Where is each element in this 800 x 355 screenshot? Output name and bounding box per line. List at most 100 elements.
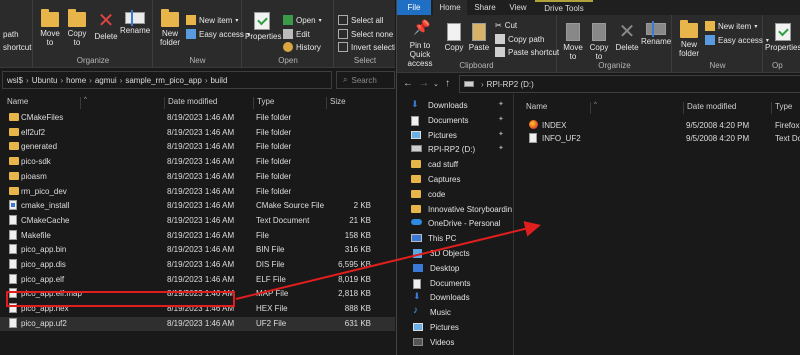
nav-item[interactable]: This PC (397, 232, 514, 246)
nav-item[interactable]: 3D Objects (397, 247, 514, 261)
nav-item[interactable]: Captures (397, 173, 514, 187)
delete-button[interactable]: ✕ Delete (92, 11, 120, 41)
breadcrumb-segment[interactable]: sample_rm_pico_app (125, 76, 202, 85)
breadcrumb-segment[interactable]: Ubuntu (32, 76, 58, 85)
edit-button[interactable]: Edit (283, 29, 310, 39)
move-to-label: Move (563, 43, 583, 52)
file-row[interactable]: CMakeCache 8/19/2023 1:46 AM Text Document… (0, 214, 395, 228)
nav-item[interactable]: Downloads (397, 291, 514, 305)
breadcrumb-segment[interactable]: wsl$ (7, 76, 23, 85)
file-row[interactable]: pico_app.dis 8/19/2023 1:46 AM DIS File 6,5… (0, 258, 395, 272)
file-row[interactable]: pico_app.bin 8/19/2023 1:46 AM BIN File 316… (0, 243, 395, 257)
column-name[interactable]: Name (4, 97, 28, 109)
breadcrumb-segment[interactable]: agmui (95, 76, 117, 85)
delete-button[interactable]: ✕ Delete (614, 22, 640, 52)
move-to-label-2: to (46, 38, 54, 47)
nav-item-label: Innovative Storyboardin (428, 204, 513, 214)
copy-to-button[interactable]: Copy to (65, 9, 89, 47)
paste-shortcut-button[interactable]: shortcut (3, 43, 31, 52)
file-name: INFO_UF2 (542, 134, 581, 143)
nav-item[interactable]: Pictures ✦ (397, 129, 514, 143)
move-to-button[interactable]: Move to (561, 23, 585, 61)
tab-file[interactable]: File (397, 0, 431, 15)
column-type[interactable]: Type (771, 102, 792, 114)
file-type: File (256, 230, 269, 240)
open-button[interactable]: Open ▾ (283, 15, 322, 25)
file-row[interactable]: pico_app.elf 8/19/2023 1:46 AM ELF File 8,0… (0, 273, 395, 287)
column-name[interactable]: Name (523, 102, 547, 114)
recent-chevron-icon[interactable]: ⌄ (433, 80, 439, 88)
paste-shortcut-button[interactable]: Paste shortcut (495, 47, 559, 57)
new-item-button[interactable]: New item ▾ (186, 15, 238, 25)
nav-item[interactable]: cad stuff (397, 158, 514, 172)
address-bar[interactable]: › RPI-RP2 (D:) (459, 75, 800, 93)
nav-item[interactable]: Desktop (397, 262, 514, 276)
back-arrow-icon[interactable]: ← (403, 78, 413, 89)
breadcrumb-segment[interactable]: build (210, 76, 227, 85)
rename-button[interactable]: Rename (641, 21, 671, 46)
file-row[interactable]: pico-sdk 8/19/2023 1:46 AM File folder (0, 155, 395, 169)
tab-share[interactable]: Share (469, 0, 501, 15)
up-arrow-icon[interactable]: ↑ (445, 78, 450, 89)
nav-item[interactable]: Videos (397, 336, 514, 350)
file-row[interactable]: Makefile 8/19/2023 1:46 AM File 158 KB (0, 229, 395, 243)
nav-item[interactable]: OneDrive - Personal (397, 217, 514, 231)
column-date-modified[interactable]: Date modified (683, 102, 736, 114)
nav-item[interactable]: Music (397, 305, 514, 320)
open-icon (283, 15, 293, 25)
file-row[interactable]: INFO_UF2 9/5/2008 4:20 PM Text Do (515, 132, 800, 145)
properties-icon (254, 12, 270, 30)
select-all-button[interactable]: Select all (338, 15, 383, 25)
properties-button[interactable]: Properties (245, 12, 281, 41)
new-item-button[interactable]: New item ▾ (705, 21, 757, 31)
column-date-modified[interactable]: Date modified (164, 97, 217, 109)
file-row[interactable]: pico_app.uf2 8/19/2023 1:46 AM UF2 File 631… (0, 316, 395, 331)
rename-button[interactable]: Rename (120, 10, 150, 35)
tab-drive-tools[interactable]: Drive Tools (535, 0, 593, 15)
nav-item[interactable]: Pictures (397, 321, 514, 335)
file-row[interactable]: INDEX 9/5/2008 4:20 PM Firefox (515, 119, 800, 132)
paste-button[interactable]: Paste (467, 23, 491, 52)
nav-item[interactable]: Documents (397, 277, 514, 291)
breadcrumb-segment[interactable]: home (66, 76, 86, 85)
nav-item[interactable]: code (397, 188, 514, 202)
invert-selection-button[interactable]: Invert selection (338, 42, 395, 52)
file-date: 8/19/2023 1:46 AM (167, 230, 235, 240)
group-select: Select all Select none Invert selection … (335, 0, 395, 68)
copy-path-button[interactable]: path (3, 30, 19, 39)
nav-item[interactable]: Documents ✦ (397, 114, 514, 128)
nav-item[interactable]: Downloads ✦ (397, 99, 514, 113)
file-row[interactable]: generated 8/19/2023 1:46 AM File folder (0, 140, 395, 154)
tab-view[interactable]: View (503, 0, 533, 15)
file-row[interactable]: elf2uf2 8/19/2023 1:46 AM File folder (0, 126, 395, 140)
copy-button[interactable]: Copy (443, 23, 465, 52)
file-row[interactable]: pioasm 8/19/2023 1:46 AM File folder (0, 170, 395, 184)
cut-button[interactable]: ✂ Cut (495, 21, 517, 30)
easy-access-button[interactable]: Easy access ▾ (186, 29, 250, 39)
file-row[interactable]: CMakeFiles 8/19/2023 1:46 AM File folder (0, 111, 395, 125)
address-bar[interactable]: wsl$ › Ubuntu › home › agmui › sample_rm_pico_ap… (2, 71, 332, 89)
file-row[interactable]: rm_pico_dev 8/19/2023 1:46 AM File folder (0, 185, 395, 199)
tab-home[interactable]: Home (433, 0, 467, 15)
easy-access-button[interactable]: Easy access ▾ (705, 35, 769, 45)
search-box[interactable]: ⌕ Search (336, 71, 395, 89)
select-none-button[interactable]: Select none (338, 29, 393, 39)
new-folder-button[interactable]: New folder (157, 9, 183, 47)
column-type[interactable]: Type (253, 97, 274, 109)
nav-item[interactable]: Innovative Storyboardin (397, 203, 514, 217)
nav-item[interactable]: RPI-RP2 (D:) ✦ (397, 143, 514, 157)
file-name: CMakeFiles (21, 113, 64, 122)
forward-arrow-icon[interactable]: → (419, 78, 429, 89)
move-to-button[interactable]: Move to (38, 9, 62, 47)
properties-button[interactable]: Properties (765, 23, 800, 52)
file-date: 8/19/2023 1:46 AM (167, 186, 235, 196)
new-item-label: New item (199, 15, 233, 25)
file-icon (9, 200, 17, 211)
copy-path-button[interactable]: Copy path (495, 34, 544, 44)
new-folder-button[interactable]: New folder (676, 20, 702, 58)
file-row[interactable]: cmake_install 8/19/2023 1:46 AM CMake Sour… (0, 199, 395, 213)
column-size[interactable]: Size (326, 97, 346, 109)
breadcrumb-drive[interactable]: RPI-RP2 (D:) (487, 80, 534, 89)
copy-to-button[interactable]: Copy to (587, 23, 611, 61)
history-button[interactable]: History (283, 42, 321, 52)
